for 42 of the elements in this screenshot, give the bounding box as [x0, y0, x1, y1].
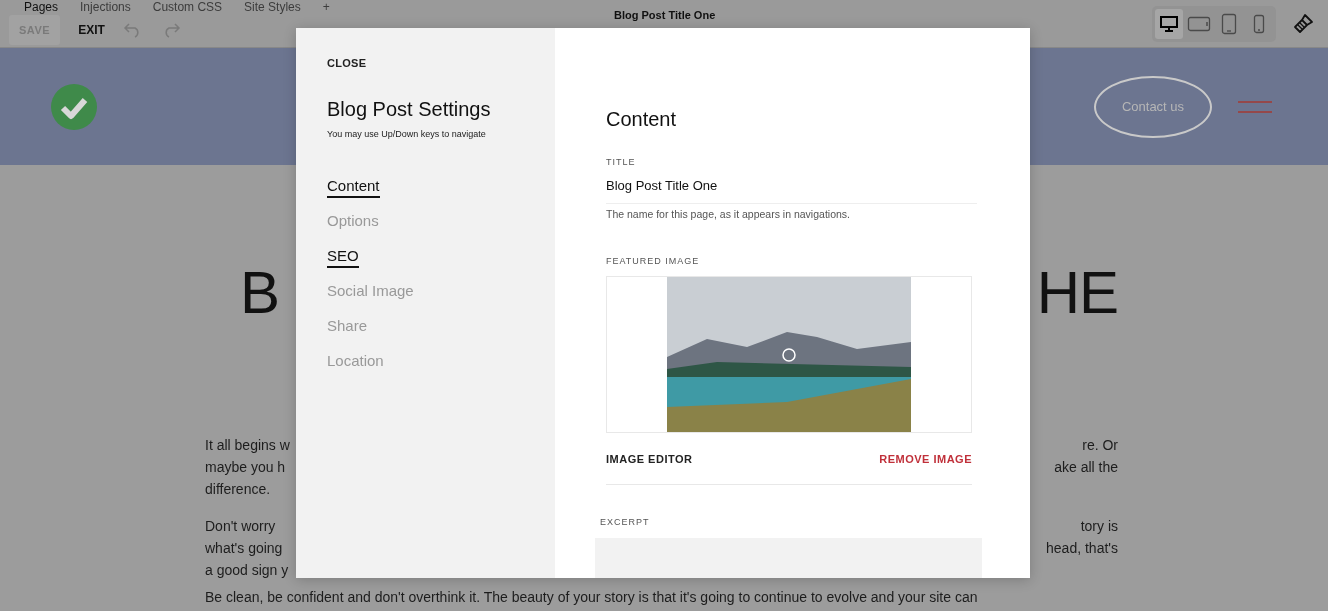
exit-button[interactable]: EXIT: [78, 23, 105, 37]
paintbrush-icon[interactable]: [1292, 12, 1314, 35]
article-text: ake all the: [1054, 458, 1118, 477]
dialog-title: Blog Post Settings: [327, 98, 491, 121]
add-tab-button[interactable]: +: [322, 0, 330, 14]
contact-us-button[interactable]: Contact us: [1094, 75, 1212, 138]
toolbar-tab[interactable]: Custom CSS: [152, 0, 223, 14]
article-text: head, that's: [1046, 539, 1118, 558]
settings-nav-item[interactable]: Content: [327, 177, 380, 198]
article-text: difference.: [205, 480, 271, 499]
settings-nav-item[interactable]: Options: [327, 212, 379, 233]
checkmark-logo-icon: [50, 82, 98, 131]
field-label: EXCERPT: [600, 517, 651, 527]
article-text: what's going: [205, 539, 283, 558]
settings-nav-item[interactable]: Social Image: [327, 282, 414, 303]
article-text: re. Or: [1082, 436, 1118, 455]
excerpt-field[interactable]: [595, 538, 982, 578]
toolbar-tab[interactable]: Injections: [80, 0, 131, 14]
article-text: tory is: [1080, 517, 1118, 536]
image-editor-link[interactable]: IMAGE EDITOR: [606, 453, 693, 465]
article-text: a good sign y: [205, 561, 289, 580]
page-title: Blog Post Title One: [614, 9, 716, 21]
field-help-text: The name for this page, as it appears in navigations.: [606, 208, 851, 220]
field-label: FEATURED IMAGE: [606, 256, 701, 266]
close-button[interactable]: CLOSE: [327, 57, 367, 69]
toolbar-tab[interactable]: Site Styles: [244, 0, 301, 14]
navigation-hint: You may use Up/Down keys to navigate: [327, 129, 486, 139]
field-label: TITLE: [606, 157, 637, 167]
toolbar-tab[interactable]: Pages: [24, 0, 59, 14]
article-text: Don't worry: [205, 517, 276, 536]
article-heading: B: [240, 258, 280, 328]
article-text: It all begins w: [205, 436, 290, 455]
settings-nav-item[interactable]: SEO: [327, 247, 359, 268]
monitor-icon[interactable]: [1155, 8, 1183, 39]
settings-nav-item[interactable]: Share: [327, 317, 368, 338]
article-text: maybe you h: [205, 458, 286, 477]
section-heading: Content: [606, 108, 678, 131]
title-input-field[interactable]: Blog Post Title One: [606, 167, 977, 204]
article-text: Be clean, be confident and don't overthink it. The beauty of your story is that it's going to continue to evolve and your site can: [205, 588, 978, 606]
settings-nav-item[interactable]: Location: [327, 352, 384, 373]
remove-image-link[interactable]: REMOVE IMAGE: [879, 453, 972, 465]
article-heading: HE: [1036, 258, 1118, 328]
